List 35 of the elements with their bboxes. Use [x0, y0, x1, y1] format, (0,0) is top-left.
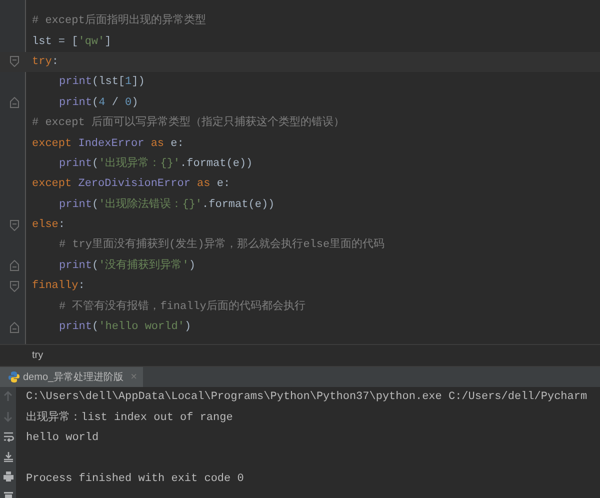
code-line: print(4 / 0)	[59, 96, 138, 110]
code-line: print('出现除法错误：{}'.format(e))	[59, 198, 275, 212]
code-line: # except 后面可以写异常类型（指定只捕获这个类型的错误）	[32, 116, 344, 130]
console-line: 出现异常：list index out of range	[26, 410, 234, 426]
fold-icon[interactable]	[10, 97, 18, 108]
console-line: C:\Users\dell\AppData\Local\Programs\Python\Python37\python.exe C:/Users/dell/Pycharm	[26, 390, 588, 405]
code-line: print('出现异常：{}'.format(e))	[59, 156, 253, 171]
python-icon	[8, 371, 20, 383]
up-arrow-icon[interactable]	[3, 391, 13, 402]
code-editor[interactable]	[0, 0, 600, 344]
code-line: # 不管有没有报错，finally后面的代码都会执行	[59, 300, 306, 314]
fold-icon[interactable]	[10, 56, 18, 68]
run-tab[interactable]: demo_异常处理进阶版 ×	[0, 367, 144, 387]
console-line: Process finished with exit code 0	[26, 472, 245, 487]
down-arrow-icon[interactable]	[3, 411, 13, 422]
fold-icon[interactable]	[10, 280, 18, 292]
code-line: print('没有捕获到异常')	[59, 258, 196, 273]
scroll-to-end-icon[interactable]	[2, 451, 14, 462]
code-line: else:	[32, 218, 66, 232]
print-icon[interactable]	[2, 471, 14, 482]
code-line: print('hello world')	[59, 320, 192, 334]
code-line: try:	[32, 54, 58, 69]
code-line: except IndexError as e:	[32, 136, 184, 151]
code-line: # try里面没有捕获到(发生)异常，那么就会执行else里面的代码	[59, 238, 385, 252]
breadcrumb-item[interactable]: try	[32, 350, 44, 361]
console-line: hello world	[26, 431, 100, 446]
fold-icon[interactable]	[10, 322, 18, 333]
fold-icon[interactable]	[10, 260, 18, 272]
code-line: lst = ['qw']	[32, 34, 112, 49]
code-line: except ZeroDivisionError as e:	[32, 177, 230, 192]
fold-icon[interactable]	[10, 220, 18, 231]
code-line: # except后面指明出现的异常类型	[32, 14, 206, 28]
code-line: finally:	[32, 279, 85, 294]
soft-wrap-icon[interactable]	[2, 431, 14, 442]
code-line: print(lst[1])	[59, 75, 145, 90]
